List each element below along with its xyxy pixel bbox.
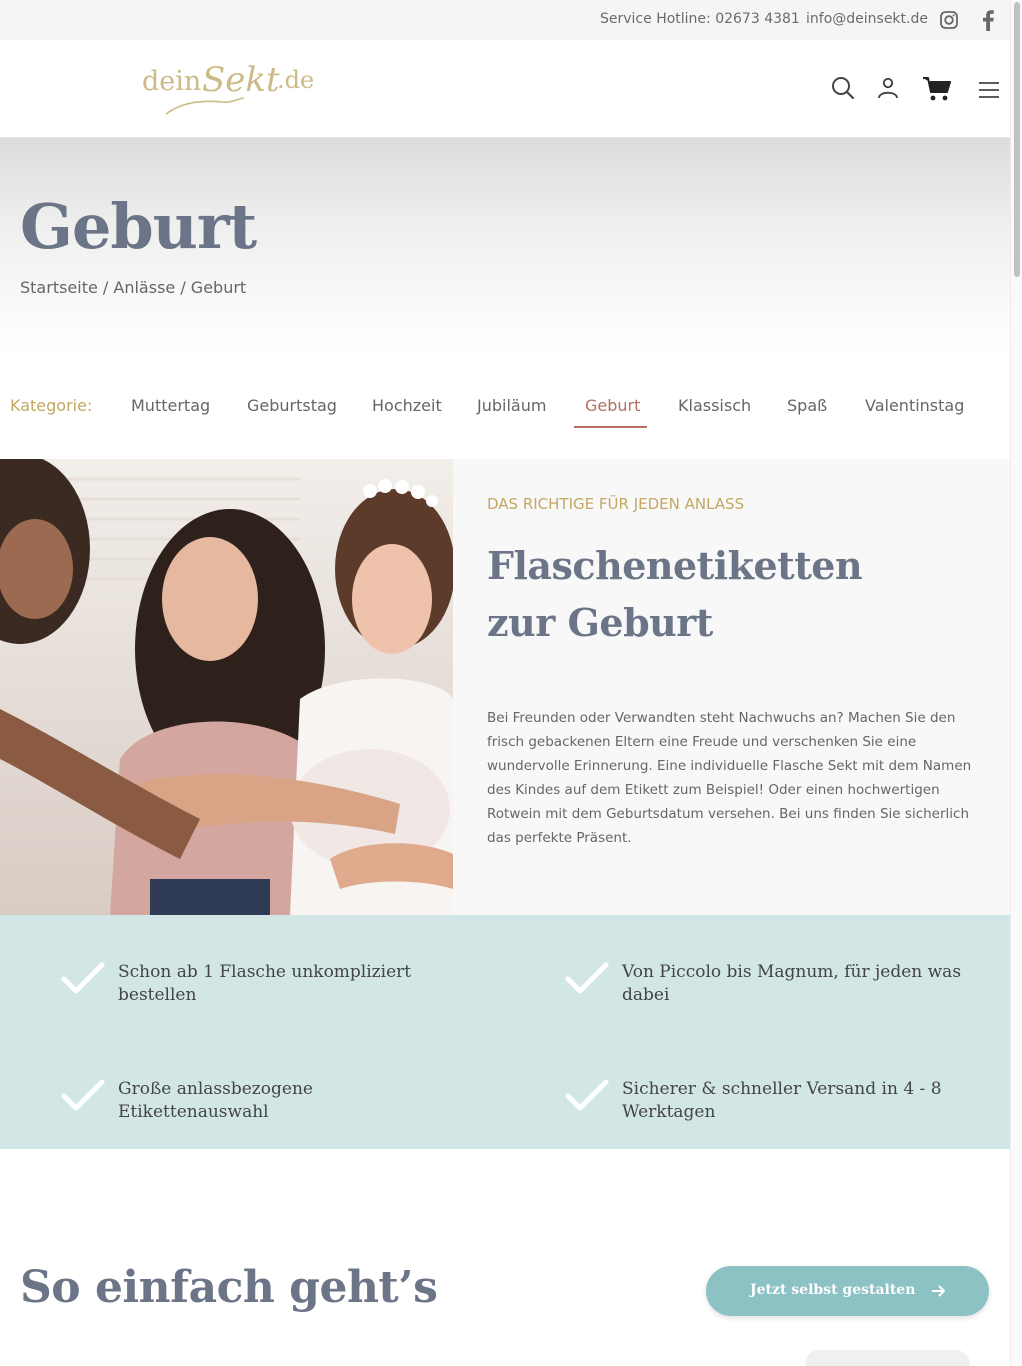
feature-section: DAS RICHTIGE FÜR JEDEN ANLASS Flaschenet… — [0, 459, 1010, 915]
feature-title-line1: Flaschenetiketten — [487, 543, 863, 588]
cart-icon[interactable] — [922, 76, 952, 102]
category-geburt[interactable]: Geburt — [585, 396, 640, 415]
category-geburtstag[interactable]: Geburtstag — [247, 396, 337, 415]
search-icon[interactable] — [831, 76, 855, 100]
check-icon — [565, 962, 609, 994]
logo-text-dein: dein — [142, 66, 202, 97]
category-label: Kategorie: — [10, 396, 93, 415]
feature-title: Flaschenetiketten zur Geburt — [487, 537, 967, 651]
logo-swash — [165, 97, 245, 115]
feature-description: Bei Freunden oder Verwandten steht Nachw… — [487, 710, 972, 846]
site-logo[interactable]: dein Sekt .de — [142, 60, 317, 120]
benefit-text: Große anlassbezogene Etikettenauswahl — [118, 1079, 313, 1122]
active-category-underline — [574, 426, 647, 428]
design-yourself-button[interactable]: Jetzt selbst gestalten — [706, 1266, 989, 1316]
feature-photo — [0, 459, 453, 915]
category-jubilaeum[interactable]: Jubiläum — [477, 396, 546, 415]
check-icon — [61, 1079, 105, 1111]
logo-text-domain: .de — [277, 66, 315, 94]
category-spass[interactable]: Spaß — [787, 396, 827, 415]
site-header: dein Sekt .de — [0, 40, 1010, 138]
breadcrumb[interactable]: Startseite / Anlässe / Geburt — [20, 278, 246, 297]
scrollbar-thumb[interactable] — [1014, 2, 1020, 277]
section-title-how: So einfach geht’s — [20, 1262, 438, 1313]
category-hochzeit[interactable]: Hochzeit — [372, 396, 442, 415]
facebook-icon[interactable] — [981, 9, 995, 31]
user-icon[interactable] — [877, 76, 899, 100]
logo-text-sekt: Sekt — [202, 60, 280, 100]
top-bar: Service Hotline: 02673 4381 info@deinsek… — [0, 0, 1010, 40]
instagram-icon[interactable] — [939, 10, 959, 30]
category-klassisch[interactable]: Klassisch — [678, 396, 751, 415]
benefit-text: Von Piccolo bis Magnum, für jeden was da… — [622, 962, 962, 1005]
menu-icon[interactable] — [978, 81, 1000, 99]
category-nav: Kategorie: Muttertag Geburtstag Hochzeit… — [0, 380, 1010, 440]
check-icon — [565, 1079, 609, 1111]
benefits-section: Schon ab 1 Flasche unkompliziert bestell… — [0, 915, 1010, 1149]
partial-card — [805, 1350, 970, 1366]
feature-title-line2: zur Geburt — [487, 600, 713, 645]
category-muttertag[interactable]: Muttertag — [131, 396, 210, 415]
page-scrollbar[interactable] — [1010, 0, 1022, 1366]
cta-label: Jetzt selbst gestalten — [750, 1282, 916, 1298]
page-title: Geburt — [20, 190, 257, 263]
page-hero: Geburt Startseite / Anlässe / Geburt — [0, 138, 1010, 360]
arrow-right-icon — [932, 1285, 945, 1297]
email-link[interactable]: info@deinsekt.de — [806, 11, 928, 27]
benefit-text: Sicherer & schneller Versand in 4 - 8 We… — [622, 1079, 942, 1122]
feature-kicker: DAS RICHTIGE FÜR JEDEN ANLASS — [487, 495, 745, 513]
service-hotline[interactable]: Service Hotline: 02673 4381 — [600, 11, 800, 27]
benefit-text: Schon ab 1 Flasche unkompliziert bestell… — [118, 962, 412, 1005]
category-valentinstag[interactable]: Valentinstag — [865, 396, 964, 415]
check-icon — [61, 962, 105, 994]
women-laughing-photo — [0, 459, 453, 915]
